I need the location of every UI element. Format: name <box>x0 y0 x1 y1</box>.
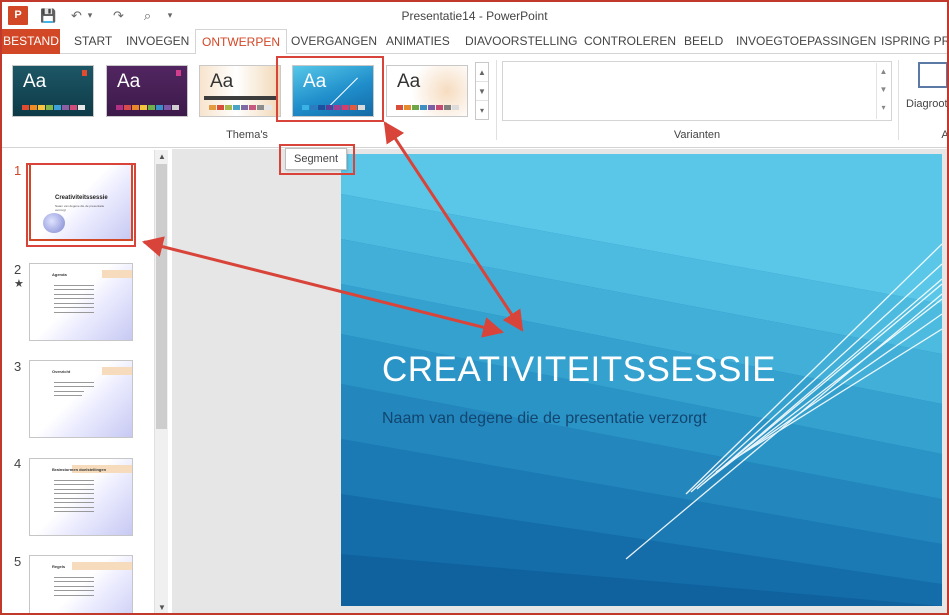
theme-swatches <box>116 105 179 110</box>
theme-swatches <box>396 105 459 110</box>
theme-sample-text: Aa <box>23 71 47 92</box>
thumb-band <box>102 367 132 375</box>
slide-size-label[interactable]: Diagroot <box>906 98 947 110</box>
thumb-title: Agenda <box>52 272 67 277</box>
slide-thumbnail-3[interactable]: Overzicht <box>29 360 133 438</box>
theme-sample-text: Aa <box>117 71 141 92</box>
thumb-subtitle: Naam van degene die de presentatie verzo… <box>55 204 105 212</box>
slides-pane: 1 Creativiteitssessie Naam van degene di… <box>2 149 172 613</box>
powerpoint-window: P 💾 ↶ ▾ ↷ ⌕ ▾ Presentatie14 - PowerPoint… <box>0 0 949 615</box>
thumb-bullets <box>54 281 94 316</box>
thumb-band <box>72 562 132 570</box>
slide-size-icon[interactable] <box>918 62 947 88</box>
thumb-band <box>102 270 132 278</box>
theme-swatches <box>209 105 272 110</box>
theme-rule <box>204 96 278 100</box>
tab-invoegtoepassingen[interactable]: INVOEGTOEPASSINGEN <box>730 29 882 54</box>
tab-diavoorstelling[interactable]: DIAVOORSTELLING <box>459 29 583 54</box>
tab-invoegen[interactable]: INVOEGEN <box>120 29 195 54</box>
scroll-up-icon[interactable]: ▲ <box>877 63 890 81</box>
slide-number: 1 <box>14 163 22 178</box>
slide-subtitle[interactable]: Naam van degene die de presentatie verzo… <box>382 409 712 429</box>
variants-scroll[interactable]: ▲ ▼ ▾ <box>876 63 890 119</box>
tab-ontwerpen[interactable]: ONTWERPEN <box>195 29 287 55</box>
ribbon-tabs: BESTAND START INVOEGEN ONTWERPEN OVERGAN… <box>2 29 947 55</box>
variants-group-label: Varianten <box>673 129 721 141</box>
tab-beeld[interactable]: BEELD <box>678 29 729 54</box>
animation-star-icon[interactable]: ★ <box>14 277 24 290</box>
theme-accent <box>176 70 181 76</box>
thumb-bullets <box>54 476 94 516</box>
theme-sample-text: Aa <box>210 71 234 92</box>
theme-thumbnail-segment[interactable]: Aa <box>292 65 374 117</box>
title-bar: P 💾 ↶ ▾ ↷ ⌕ ▾ Presentatie14 - PowerPoint <box>2 2 947 29</box>
slide-number: 4 <box>14 456 22 471</box>
thumb-title: Brainstormen doelstellingen <box>52 467 107 472</box>
slide-thumbnail-2[interactable]: Agenda <box>29 263 133 341</box>
scroll-down-icon[interactable]: ▼ <box>877 81 890 99</box>
slide-number: 2 <box>14 262 22 277</box>
theme-swatches <box>302 105 365 110</box>
theme-thumbnail-3[interactable]: Aa <box>199 65 281 117</box>
tab-controleren[interactable]: CONTROLEREN <box>578 29 682 54</box>
ribbon: Aa Aa Aa Aa Aa ▲ ▼ ▾ Thema's ▲ ▼ ▾ Varia… <box>2 54 947 148</box>
theme-line <box>329 77 358 107</box>
slide-number: 5 <box>14 554 22 569</box>
tab-start[interactable]: START <box>68 29 118 54</box>
more-themes-icon[interactable]: ▾ <box>476 101 488 120</box>
scroll-up-icon[interactable]: ▲ <box>155 151 169 163</box>
thumb-bullets <box>54 573 94 599</box>
customize-group-label: A <box>941 129 949 141</box>
tab-bestand[interactable]: BESTAND <box>2 29 60 54</box>
theme-thumbnail-1[interactable]: Aa <box>12 65 94 117</box>
slide-thumbnail-4[interactable]: Brainstormen doelstellingen <box>29 458 133 536</box>
theme-thumbnail-2[interactable]: Aa <box>106 65 188 117</box>
variants-gallery[interactable]: ▲ ▼ ▾ <box>502 61 892 121</box>
window-title: Presentatie14 - PowerPoint <box>401 9 548 23</box>
slide-canvas[interactable]: CREATIVITEITSSESSIE Naam van degene die … <box>341 154 942 606</box>
slide-title[interactable]: CREATIVITEITSSESSIE <box>382 350 776 390</box>
theme-accent <box>82 70 87 76</box>
themes-group-label: Thema's <box>226 129 268 141</box>
tab-ispring[interactable]: ISPRING PRES <box>875 29 947 54</box>
slide-thumbnail-5[interactable]: Regels <box>29 555 133 613</box>
scroll-up-icon[interactable]: ▲ <box>476 63 488 82</box>
ribbon-separator <box>496 60 497 140</box>
theme-sample-text: Aa <box>303 71 327 92</box>
thumb-title: Regels <box>52 564 66 569</box>
theme-thumbnail-5[interactable]: Aa <box>386 65 468 117</box>
tab-animaties[interactable]: ANIMATIES <box>380 29 456 54</box>
thumb-title: Overzicht <box>52 369 71 374</box>
scroll-down-icon[interactable]: ▼ <box>155 602 169 613</box>
thumb-bullets <box>54 378 94 400</box>
more-variants-icon[interactable]: ▾ <box>877 99 890 117</box>
theme-tooltip: Segment <box>285 148 347 170</box>
ribbon-separator <box>898 60 899 140</box>
thumb-title: Creativiteitssessie <box>55 195 108 201</box>
scrollbar-thumb[interactable] <box>156 164 167 429</box>
scroll-down-icon[interactable]: ▼ <box>476 82 488 101</box>
theme-swatches <box>22 105 85 110</box>
tab-overgangen[interactable]: OVERGANGEN <box>285 29 383 54</box>
theme-sample-text: Aa <box>397 71 421 92</box>
slide-number: 3 <box>14 359 22 374</box>
slides-pane-scrollbar[interactable]: ▲ ▼ <box>154 150 169 613</box>
lightbulb-icon <box>43 213 65 233</box>
slide-thumbnail-1[interactable]: Creativiteitssessie Naam van degene die … <box>29 163 133 241</box>
themes-gallery-scroll[interactable]: ▲ ▼ ▾ <box>475 62 489 120</box>
